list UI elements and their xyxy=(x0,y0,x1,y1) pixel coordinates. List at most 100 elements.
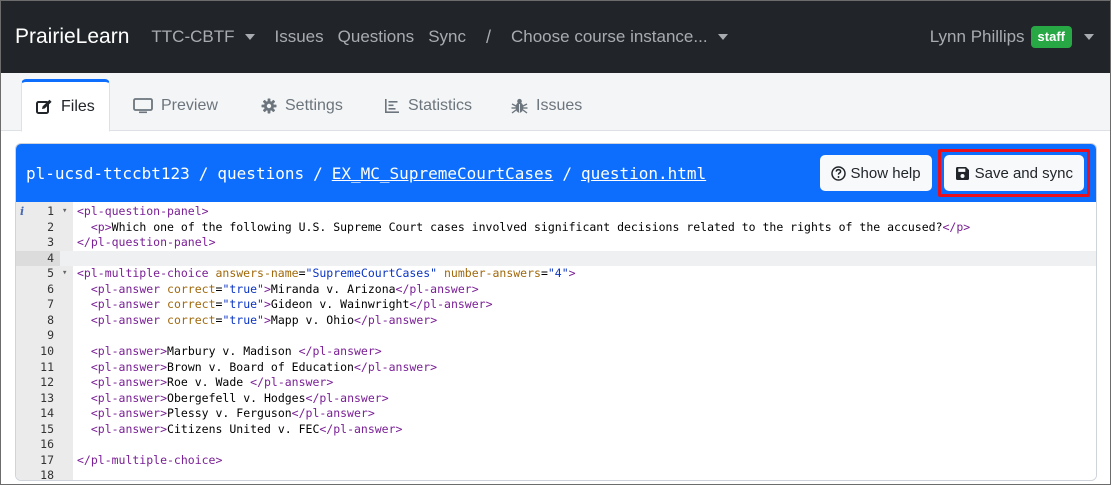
show-help-label: Show help xyxy=(850,164,921,182)
code-text: <pl-multiple-choice answers-name="Suprem… xyxy=(77,266,576,281)
code-text: </pl-question-panel> xyxy=(77,235,216,250)
code-text: <pl-answer correct="true">Gideon v. Wain… xyxy=(90,297,493,312)
code-editor[interactable]: 1 i ▾ <pl-question-panel> 2 <p>Which one of … xyxy=(16,202,1096,481)
code-line[interactable]: 17 </pl-multiple-choice> xyxy=(16,453,1096,469)
line-number: 11 xyxy=(40,359,54,374)
nav-questions-link[interactable]: Questions xyxy=(338,27,415,47)
line-number: 6 xyxy=(47,281,54,296)
code-text: <p>Which one of the following U.S. Supre… xyxy=(90,219,971,234)
line-number: 2 xyxy=(47,219,54,234)
breadcrumb-file-link[interactable]: question.html xyxy=(581,164,706,183)
code-text: <pl-answer>Plessy v. Ferguson</pl-answer… xyxy=(90,406,375,421)
code-line[interactable]: 15 <pl-answer>Citizens United v. FEC</pl… xyxy=(16,422,1096,438)
code-text: <pl-answer>Marbury v. Madison </pl-answe… xyxy=(90,343,382,358)
code-line[interactable]: 10 <pl-answer>Marbury v. Madison </pl-an… xyxy=(16,344,1096,360)
line-number: 5 xyxy=(47,266,54,281)
tab-issues[interactable]: Issues xyxy=(497,79,596,132)
gear-icon xyxy=(261,98,277,113)
fold-toggle-icon[interactable]: ▾ xyxy=(62,204,72,220)
code-line[interactable]: 7 <pl-answer correct="true">Gideon v. Wa… xyxy=(16,297,1096,313)
line-number: 7 xyxy=(47,297,54,312)
course-label: TTC-CBTF xyxy=(151,27,235,46)
top-navbar: PrairieLearn TTC-CBTF Issues Questions S… xyxy=(1,1,1110,73)
code-text: </pl-multiple-choice> xyxy=(77,452,223,467)
chevron-down-icon xyxy=(1084,34,1094,40)
code-line[interactable]: 2 <p>Which one of the following U.S. Sup… xyxy=(16,220,1096,236)
nav-sync-link[interactable]: Sync xyxy=(428,27,466,47)
code-line[interactable]: 6 <pl-answer correct="true">Miranda v. A… xyxy=(16,282,1096,298)
monitor-icon xyxy=(133,97,153,113)
user-menu-dropdown[interactable]: Lynn Phillips staff xyxy=(930,26,1094,48)
tab-settings[interactable]: Settings xyxy=(247,79,357,132)
info-annotation-icon[interactable]: i xyxy=(20,204,24,220)
tab-preview[interactable]: Preview xyxy=(119,79,232,132)
line-number: 9 xyxy=(47,328,54,343)
statistics-icon xyxy=(385,98,399,113)
breadcrumb-separator: / xyxy=(198,163,209,183)
course-instance-label: Choose course instance... xyxy=(511,27,708,46)
bug-icon xyxy=(511,98,528,114)
line-number: 18 xyxy=(40,468,54,481)
tab-label: Statistics xyxy=(408,96,473,114)
line-number: 4 xyxy=(16,250,60,267)
code-line[interactable]: 8 <pl-answer correct="true">Mapp v. Ohio… xyxy=(16,313,1096,329)
line-number: 13 xyxy=(40,390,54,405)
tab-label: Issues xyxy=(536,96,583,114)
fold-toggle-icon[interactable]: ▾ xyxy=(62,266,72,282)
code-line[interactable]: 5 ▾ <pl-multiple-choice answers-name="Supr… xyxy=(16,266,1096,282)
breadcrumb-separator: / xyxy=(313,163,323,183)
chevron-down-icon xyxy=(717,34,728,40)
line-number: 3 xyxy=(47,235,54,250)
breadcrumb-course: pl-ucsd-ttccbt123 xyxy=(26,163,190,183)
line-number: 17 xyxy=(40,452,54,467)
tab-statistics[interactable]: Statistics xyxy=(370,79,486,132)
course-instance-dropdown[interactable]: Choose course instance... xyxy=(511,27,728,47)
code-line[interactable]: 3 </pl-question-panel> xyxy=(16,235,1096,251)
file-breadcrumb: pl-ucsd-ttccbt123 / questions / EX_MC_Suprem… xyxy=(26,164,706,183)
course-tabs: Files Preview Settings Statistics Issues xyxy=(1,73,1110,132)
course-dropdown[interactable]: TTC-CBTF xyxy=(151,27,255,47)
nav-issues-link[interactable]: Issues xyxy=(275,27,324,47)
question-circle-icon xyxy=(830,165,846,181)
save-and-sync-label: Save and sync xyxy=(974,164,1073,182)
line-number: 14 xyxy=(40,406,54,421)
user-name: Lynn Phillips xyxy=(929,27,1025,46)
line-number: 10 xyxy=(40,343,54,358)
tab-label: Files xyxy=(61,97,95,115)
code-line[interactable]: 13 <pl-answer>Obergefell v. Hodges</pl-a… xyxy=(16,391,1096,407)
code-line[interactable]: 9 xyxy=(16,328,1096,344)
file-editor-card: pl-ucsd-ttccbt123 / questions / EX_MC_Suprem… xyxy=(15,143,1097,481)
nav-separator: / xyxy=(485,26,491,47)
line-number: 8 xyxy=(47,312,54,327)
edit-icon xyxy=(36,99,52,114)
code-text: <pl-answer>Roe v. Wade </pl-answer> xyxy=(90,375,334,390)
breadcrumb-questions: questions xyxy=(217,163,305,183)
code-line[interactable]: 11 <pl-answer>Brown v. Board of Educatio… xyxy=(16,360,1096,376)
code-line[interactable]: 16 xyxy=(16,437,1096,453)
brand-logo[interactable]: PrairieLearn xyxy=(15,25,129,49)
tab-label: Settings xyxy=(285,96,343,114)
chevron-down-icon xyxy=(244,34,255,40)
tab-files[interactable]: Files xyxy=(21,79,110,132)
code-text: <pl-answer>Obergefell v. Hodges</pl-answ… xyxy=(90,390,389,405)
code-text: <pl-question-panel> xyxy=(77,204,209,218)
breadcrumb-question-link[interactable]: EX_MC_SupremeCourtCases xyxy=(332,164,554,183)
file-editor-header: pl-ucsd-ttccbt123 / questions / EX_MC_Suprem… xyxy=(16,144,1096,202)
code-text: <pl-answer>Brown v. Board of Education</… xyxy=(90,359,438,374)
line-number: 12 xyxy=(40,375,54,390)
code-line[interactable]: 18 xyxy=(16,468,1096,481)
tab-label: Preview xyxy=(161,96,218,114)
breadcrumb-separator: / xyxy=(562,163,572,183)
code-text: <pl-answer correct="true">Mapp v. Ohio</… xyxy=(90,312,438,327)
code-text: <pl-answer correct="true">Miranda v. Ari… xyxy=(90,281,479,296)
show-help-button[interactable]: Show help xyxy=(819,155,932,191)
staff-badge: staff xyxy=(1030,26,1072,48)
code-line[interactable]: 4 xyxy=(16,250,1096,267)
save-icon xyxy=(955,166,969,180)
code-line[interactable]: 12 <pl-answer>Roe v. Wade </pl-answer> xyxy=(16,375,1096,391)
line-number: 16 xyxy=(40,437,54,452)
code-line[interactable]: 1 i ▾ <pl-question-panel> xyxy=(16,204,1096,220)
line-number: 15 xyxy=(40,421,54,436)
save-and-sync-button[interactable]: Save and sync xyxy=(943,155,1084,191)
code-line[interactable]: 14 <pl-answer>Plessy v. Ferguson</pl-ans… xyxy=(16,406,1096,422)
